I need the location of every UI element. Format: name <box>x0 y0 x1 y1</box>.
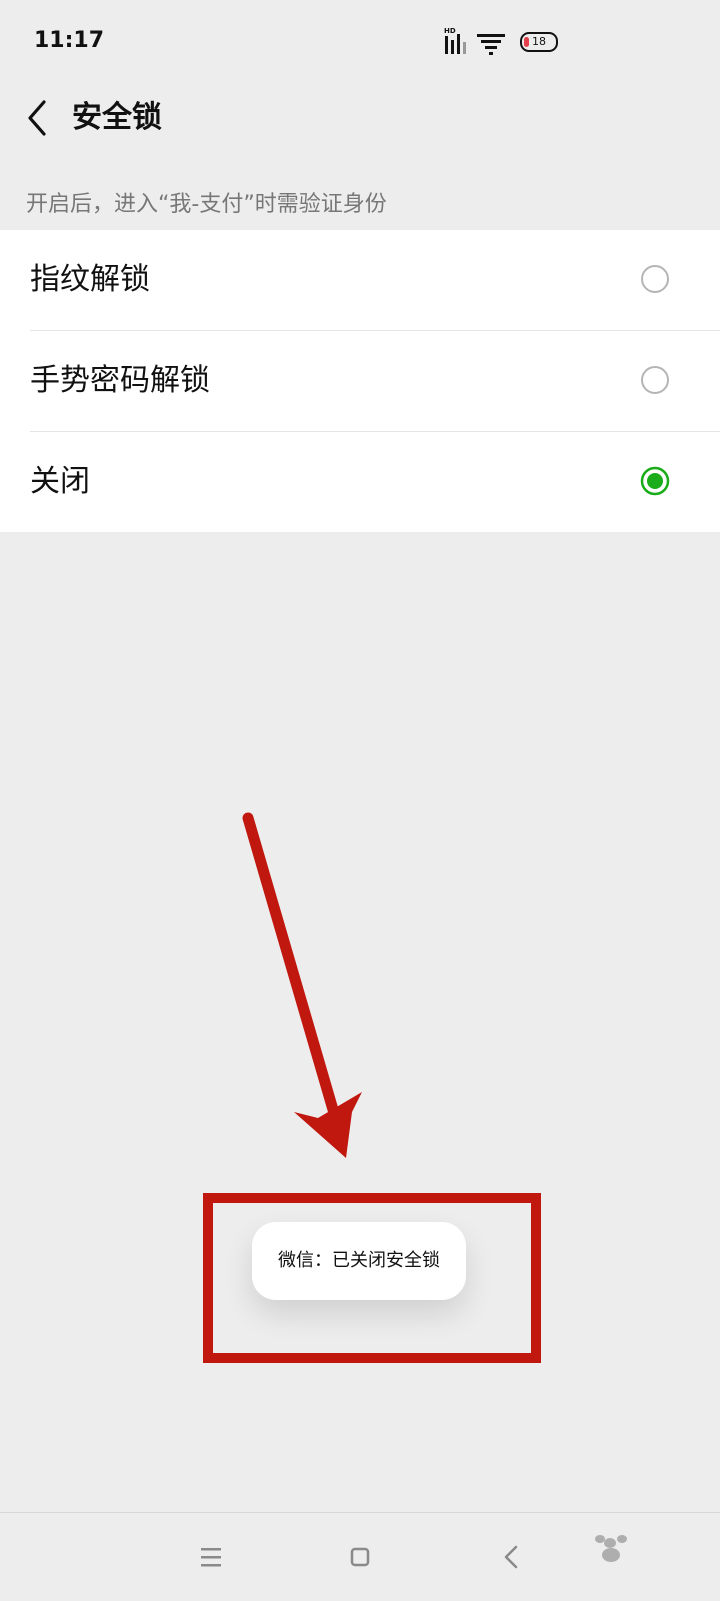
lock-options-list: 指纹解锁 手势密码解锁 关闭 <box>0 230 720 532</box>
option-gesture[interactable]: 手势密码解锁 <box>0 331 720 431</box>
status-bar: 11:17 HD 18 <box>0 0 720 84</box>
signal-icon: HD <box>444 27 466 54</box>
page-title: 安全锁 <box>72 100 162 135</box>
back-button[interactable] <box>18 94 68 144</box>
section-description: 开启后，进入“我-支付”时需验证身份 <box>26 192 387 217</box>
status-time: 11:17 <box>34 28 105 53</box>
option-label: 关闭 <box>30 464 90 499</box>
watermark-logo <box>595 1535 627 1562</box>
battery-icon: 18 <box>520 32 558 52</box>
battery-low-indicator <box>524 37 529 47</box>
back-chevron-icon <box>28 100 46 136</box>
radio-checked-icon[interactable] <box>640 466 670 496</box>
battery-level: 18 <box>532 35 546 48</box>
menu-icon[interactable] <box>189 1535 233 1579</box>
option-label: 指纹解锁 <box>30 262 150 297</box>
radio-unchecked-icon[interactable] <box>640 264 670 294</box>
header: 安全锁 <box>0 84 720 172</box>
home-icon[interactable] <box>338 1535 382 1579</box>
svg-text:HD: HD <box>444 27 456 35</box>
option-fingerprint[interactable]: 指纹解锁 <box>0 230 720 330</box>
back-icon[interactable] <box>490 1535 534 1579</box>
annotation-highlight-box <box>203 1193 541 1363</box>
wifi-icon <box>477 34 505 55</box>
option-off[interactable]: 关闭 <box>0 432 720 532</box>
option-label: 手势密码解锁 <box>30 363 210 398</box>
system-nav-bar <box>0 1512 720 1601</box>
radio-unchecked-icon[interactable] <box>640 365 670 395</box>
status-icons: HD 18 <box>444 26 560 58</box>
